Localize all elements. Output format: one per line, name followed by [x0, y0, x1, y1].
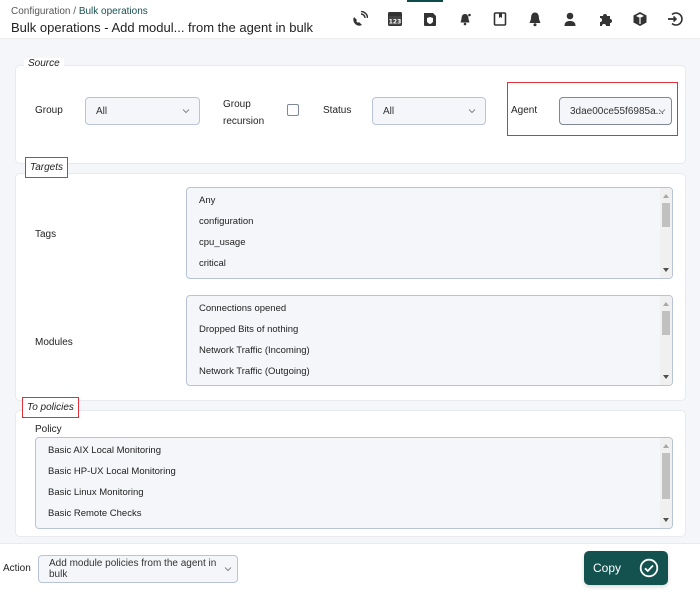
modules-listbox[interactable]: Connections opened Dropped Bits of nothi… [186, 295, 673, 386]
breadcrumb-separator: / [70, 6, 79, 17]
policy-listbox[interactable]: Basic AIX Local Monitoring Basic HP-UX L… [35, 437, 673, 529]
satellite-icon[interactable] [342, 8, 377, 30]
group-label: Group [35, 105, 63, 116]
copy-button-label: Copy [593, 561, 622, 575]
tags-scrollbar[interactable] [660, 188, 672, 278]
cube-icon[interactable] [622, 8, 657, 30]
policy-scrollbar[interactable] [660, 438, 672, 528]
tag-option[interactable]: critical [187, 253, 672, 274]
breadcrumb: Configuration / Bulk operations [11, 6, 148, 17]
active-tab-indicator [407, 0, 443, 2]
modules-scrollbar[interactable] [660, 296, 672, 385]
group-recursion-checkbox[interactable] [287, 104, 299, 116]
tags-label: Tags [35, 229, 57, 240]
calendar-123-icon[interactable]: 123 [377, 8, 412, 30]
targets-legend: Targets [25, 157, 68, 178]
bell-alert-icon[interactable] [447, 8, 482, 30]
tag-option[interactable]: Any [187, 190, 672, 211]
chevron-down-icon [658, 109, 666, 114]
action-select[interactable]: Add module policies from the agent in bu… [38, 555, 238, 583]
chevron-down-icon [224, 567, 232, 572]
policy-option[interactable]: Basic Linux Monitoring [36, 482, 672, 503]
bell-icon[interactable] [517, 8, 552, 30]
tags-listbox[interactable]: Any configuration cpu_usage critical [186, 187, 673, 279]
action-select-value: Add module policies from the agent in bu… [49, 558, 217, 580]
shield-document-icon[interactable] [412, 8, 447, 30]
puzzle-icon[interactable] [587, 8, 622, 30]
group-select[interactable]: All [85, 97, 200, 125]
status-select[interactable]: All [372, 97, 486, 125]
policies-legend: To policies [22, 397, 79, 418]
agent-label: Agent [511, 105, 538, 116]
scroll-down-icon[interactable] [663, 518, 669, 522]
module-option[interactable]: Dropped Bits of nothing [187, 319, 672, 340]
module-option[interactable]: Network Traffic (Incoming) [187, 340, 672, 361]
tag-option[interactable]: configuration [187, 211, 672, 232]
scroll-up-icon[interactable] [663, 302, 669, 306]
module-option[interactable]: Network Traffic (Outgoing) [187, 361, 672, 382]
scroll-thumb[interactable] [662, 311, 670, 335]
logout-icon[interactable] [657, 8, 692, 30]
header-icons: 123 [342, 8, 692, 30]
scroll-down-icon[interactable] [663, 375, 669, 379]
policy-option[interactable]: Basic AIX Local Monitoring [36, 440, 672, 461]
agent-select[interactable]: 3dae00ce55f6985a... [559, 97, 672, 125]
action-label: Action [3, 563, 31, 574]
source-legend: Source [24, 58, 64, 69]
user-icon[interactable] [552, 8, 587, 30]
svg-text:123: 123 [388, 19, 401, 26]
module-option[interactable]: Connections opened [187, 298, 672, 319]
bookmark-icon[interactable] [482, 8, 517, 30]
policy-option[interactable]: Basic HP-UX Local Monitoring [36, 461, 672, 482]
chevron-down-icon [468, 109, 476, 114]
page-title: Bulk operations - Add modul... from the … [11, 20, 314, 35]
modules-label: Modules [35, 337, 73, 348]
scroll-thumb[interactable] [662, 203, 670, 227]
scroll-up-icon[interactable] [663, 194, 669, 198]
policy-label: Policy [35, 424, 62, 435]
policy-option[interactable]: Basic Remote Checks [36, 503, 672, 524]
chevron-down-icon [182, 109, 190, 114]
breadcrumb-current[interactable]: Bulk operations [79, 6, 148, 17]
scroll-up-icon[interactable] [663, 444, 669, 448]
group-recursion-label: Group recursion [223, 99, 265, 127]
group-select-value: All [96, 105, 108, 117]
status-select-value: All [383, 105, 395, 117]
top-bar: Configuration / Bulk operations Bulk ope… [0, 0, 700, 39]
scroll-down-icon[interactable] [663, 268, 669, 272]
agent-select-value: 3dae00ce55f6985a... [570, 105, 664, 117]
breadcrumb-parent[interactable]: Configuration [11, 6, 70, 17]
check-circle-icon [639, 558, 659, 578]
tag-option[interactable]: cpu_usage [187, 232, 672, 253]
scroll-thumb[interactable] [662, 453, 670, 499]
copy-button[interactable]: Copy [584, 551, 668, 585]
status-label: Status [323, 105, 352, 116]
